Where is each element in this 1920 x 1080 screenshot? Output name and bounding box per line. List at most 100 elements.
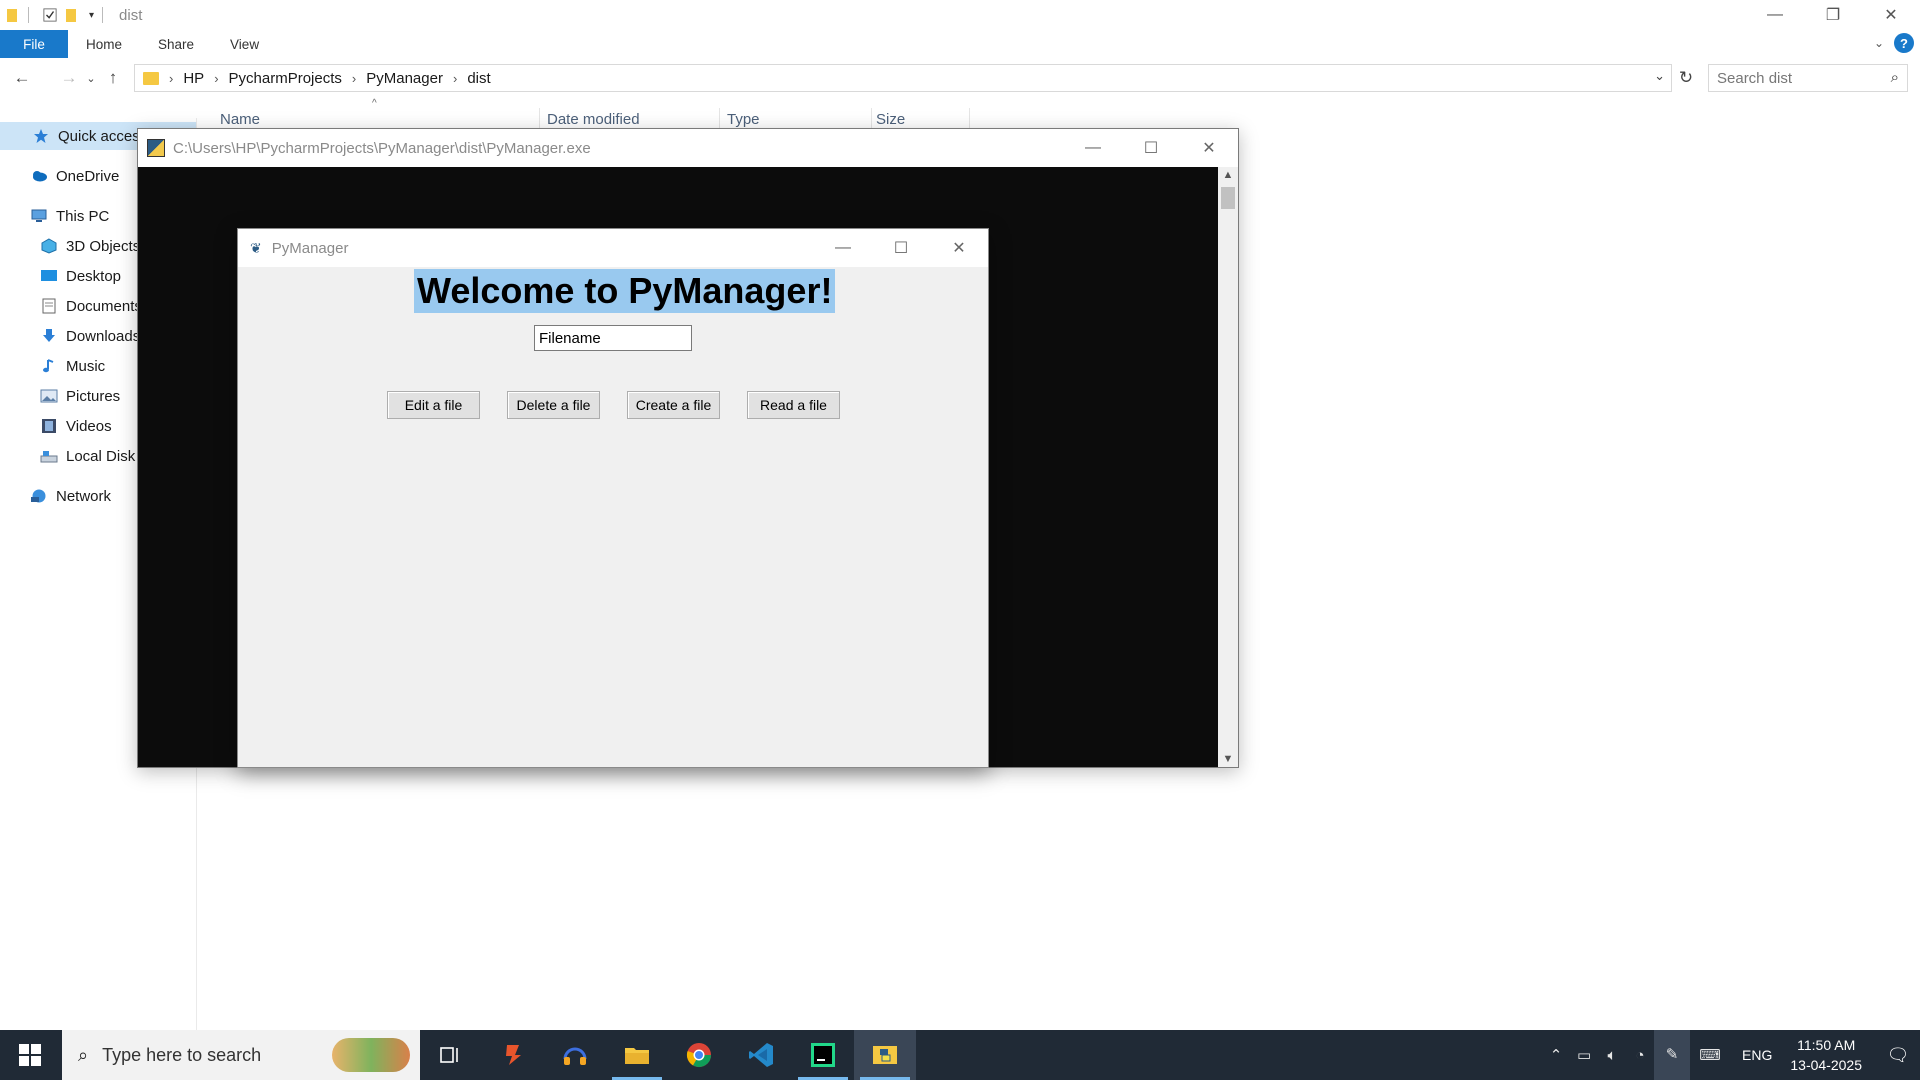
- nav-pictures[interactable]: Pictures: [0, 382, 120, 410]
- nav-label: Local Disk: [66, 447, 136, 465]
- recent-locations-chevron-icon[interactable]: ⌄: [83, 64, 99, 92]
- minimize-button[interactable]: —: [814, 229, 872, 267]
- folder-icon: [143, 71, 159, 85]
- nav-3d-objects[interactable]: 3D Objects: [0, 232, 140, 260]
- nav-onedrive[interactable]: OneDrive: [0, 162, 119, 190]
- new-folder-icon[interactable]: [65, 7, 79, 23]
- pymanager-titlebar[interactable]: ❦ PyManager — ☐ ✕: [238, 229, 988, 267]
- nav-label: This PC: [56, 207, 110, 225]
- breadcrumb-dist[interactable]: dist: [467, 70, 490, 87]
- nav-label: 3D Objects: [66, 237, 141, 255]
- taskbar-search-input[interactable]: ⌕ Type here to search: [62, 1030, 420, 1080]
- chevron-down-icon[interactable]: ⌄: [1654, 68, 1665, 84]
- document-icon: [42, 298, 56, 314]
- quick-access-dropdown-icon[interactable]: ▾: [89, 10, 94, 21]
- taskbar-app-vscode[interactable]: [730, 1030, 792, 1080]
- task-view-icon: [440, 1047, 458, 1063]
- filename-field[interactable]: Filename: [534, 325, 692, 351]
- input-language[interactable]: ENG: [1742, 1047, 1772, 1063]
- system-tray: ⌃ ▭ 🔈︎ ◔ ✎ ⌨ ENG 11:50 AM 13-04-2025 🗨︎: [1542, 1030, 1920, 1080]
- console-titlebar[interactable]: C:\Users\HP\PycharmProjects\PyManager\di…: [138, 129, 1238, 167]
- scroll-up-icon[interactable]: ▲: [1218, 169, 1238, 181]
- nav-music[interactable]: Music: [0, 352, 105, 380]
- clock-time: 11:50 AM: [1797, 1037, 1856, 1053]
- folder-icon: [7, 9, 17, 22]
- task-view-button[interactable]: [420, 1030, 482, 1080]
- column-header-type[interactable]: Type: [712, 108, 872, 130]
- ribbon-right: ⌄ ?: [1874, 33, 1914, 53]
- delete-file-button[interactable]: Delete a file: [507, 391, 600, 419]
- clock[interactable]: 11:50 AM 13-04-2025: [1790, 1035, 1862, 1075]
- forward-arrow-icon[interactable]: →: [55, 64, 83, 92]
- nav-label: Quick access: [58, 127, 148, 145]
- column-header-name[interactable]: Name: [196, 108, 540, 130]
- breadcrumb-pycharmprojects[interactable]: PycharmProjects: [229, 70, 342, 87]
- nav-local-disk[interactable]: Local Disk: [0, 442, 135, 470]
- taskbar-app-chrome[interactable]: [668, 1030, 730, 1080]
- create-file-button[interactable]: Create a file: [627, 391, 720, 419]
- taskbar-app-fl-studio[interactable]: [482, 1030, 544, 1080]
- notification-center-icon[interactable]: 🗨︎: [1876, 1045, 1920, 1066]
- pymanager-window-controls: — ☐ ✕: [814, 229, 988, 267]
- tab-share[interactable]: Share: [140, 30, 212, 58]
- nav-label: Pictures: [66, 387, 121, 405]
- nav-network[interactable]: Network: [0, 482, 111, 510]
- close-button[interactable]: ✕: [1180, 129, 1238, 167]
- up-arrow-icon[interactable]: ↑: [99, 64, 127, 92]
- column-header-date-modified[interactable]: Date modified: [524, 108, 720, 130]
- chevron-right-icon: ›: [351, 70, 357, 86]
- window-title: dist: [119, 6, 143, 24]
- desktop-screen: ▾ dist — ❐ ✕ File Home Share View ⌄ ? ← …: [0, 0, 1920, 1080]
- expand-ribbon-icon[interactable]: ⌄: [1874, 36, 1884, 50]
- nav-desktop[interactable]: Desktop: [0, 262, 121, 290]
- vscode-icon: [749, 1043, 773, 1067]
- wifi-icon[interactable]: ◔: [1626, 1047, 1654, 1064]
- breadcrumb-hp[interactable]: HP: [183, 70, 204, 87]
- close-button[interactable]: ✕: [1862, 0, 1920, 30]
- nav-documents[interactable]: Documents: [0, 292, 142, 320]
- show-hidden-icons-chevron-icon[interactable]: ⌃: [1542, 1046, 1570, 1064]
- maximize-button[interactable]: ☐: [872, 229, 930, 267]
- properties-checkbox-icon[interactable]: [43, 7, 57, 23]
- scroll-down-icon[interactable]: ▼: [1218, 753, 1238, 765]
- touch-keyboard-icon[interactable]: ⌨: [1690, 1046, 1730, 1064]
- scrollbar-thumb[interactable]: [1221, 187, 1235, 209]
- column-header-size[interactable]: Size: [860, 108, 970, 130]
- tab-view[interactable]: View: [212, 30, 277, 58]
- nav-videos[interactable]: Videos: [0, 412, 112, 440]
- pycharm-icon: [811, 1043, 835, 1067]
- battery-icon[interactable]: ▭: [1570, 1046, 1598, 1064]
- taskbar-app-headphones[interactable]: [544, 1030, 606, 1080]
- help-icon[interactable]: ?: [1894, 33, 1914, 53]
- read-file-button[interactable]: Read a file: [747, 391, 840, 419]
- restore-button[interactable]: ❐: [1804, 0, 1862, 30]
- pymanager-window[interactable]: ❦ PyManager — ☐ ✕ Welcome to PyManager! …: [237, 228, 989, 768]
- minimize-button[interactable]: —: [1746, 0, 1804, 30]
- chevron-right-icon: ›: [169, 70, 174, 86]
- maximize-button[interactable]: ☐: [1122, 129, 1180, 167]
- refresh-icon[interactable]: ↻: [1672, 64, 1700, 92]
- breadcrumb-pymanager[interactable]: PyManager: [366, 70, 443, 87]
- music-note-icon: [43, 359, 54, 373]
- search-input[interactable]: Search dist ⌕: [1708, 64, 1908, 92]
- nav-downloads[interactable]: Downloads: [0, 322, 140, 350]
- address-bar[interactable]: › HP › PycharmProjects › PyManager › dis…: [134, 64, 1672, 92]
- start-button[interactable]: [0, 1030, 60, 1080]
- tab-home[interactable]: Home: [68, 30, 140, 58]
- taskbar-app-file-explorer[interactable]: [606, 1030, 668, 1080]
- tab-file[interactable]: File: [0, 30, 68, 58]
- folder-icon: [625, 1048, 649, 1064]
- console-scrollbar[interactable]: ▲ ▼: [1218, 167, 1238, 767]
- taskbar-app-pymanager[interactable]: [854, 1030, 916, 1080]
- minimize-button[interactable]: —: [1064, 129, 1122, 167]
- nav-label: Music: [66, 357, 106, 375]
- pen-workspace-icon[interactable]: ✎: [1654, 1030, 1691, 1080]
- taskbar-app-pycharm[interactable]: [792, 1030, 854, 1080]
- back-arrow-icon[interactable]: ←: [8, 64, 36, 92]
- nav-this-pc[interactable]: This PC: [0, 202, 109, 230]
- close-button[interactable]: ✕: [930, 229, 988, 267]
- volume-icon[interactable]: 🔈︎: [1598, 1047, 1626, 1064]
- chevron-right-icon: ›: [214, 70, 219, 86]
- cube-icon: [41, 238, 57, 254]
- edit-file-button[interactable]: Edit a file: [387, 391, 480, 419]
